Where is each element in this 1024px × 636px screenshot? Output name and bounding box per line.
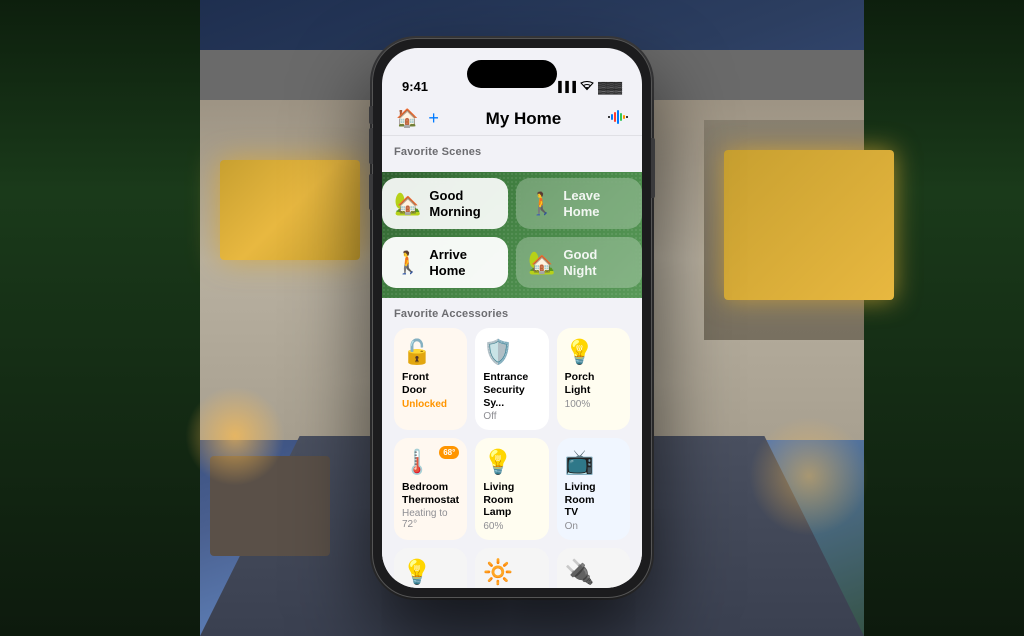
accessory-front-door[interactable]: 🔓 FrontDoor Unlocked xyxy=(394,328,467,430)
arrive-home-icon: 🚶 xyxy=(394,250,421,276)
phone-device: 9:41 ▐▐▐ ▓▓▓ 🏠 + My Home xyxy=(372,38,652,598)
add-button[interactable]: + xyxy=(428,108,439,129)
volume-up-button[interactable] xyxy=(369,128,373,164)
porch-light-icon: 💡 xyxy=(565,338,622,367)
app-title: My Home xyxy=(486,109,562,129)
power-button[interactable] xyxy=(651,138,655,198)
signal-icon: ▐▐▐ xyxy=(555,82,576,93)
good-morning-label: Good Morning xyxy=(429,188,496,219)
scenes-grid: 🏡 Good Morning 🚶 Leave Home 🚶 Arrive Hom… xyxy=(382,178,642,288)
tv-icon: 📺 xyxy=(565,448,622,477)
outlet-icon: 🔌 xyxy=(565,558,622,587)
lamp-icon: 💡 xyxy=(483,448,540,477)
scene-good-morning[interactable]: 🏡 Good Morning xyxy=(382,178,508,229)
accessory-ceiling-light[interactable]: 🔆 CeilingLight Off xyxy=(475,548,548,588)
scenes-label: Favorite Scenes xyxy=(394,146,630,158)
porch-light-status: 100% xyxy=(565,399,622,410)
phone-screen: 9:41 ▐▐▐ ▓▓▓ 🏠 + My Home xyxy=(382,48,642,588)
garage-door xyxy=(724,150,894,300)
lamp-status: 60% xyxy=(483,521,540,532)
dynamic-island xyxy=(467,60,557,88)
light-glow-2 xyxy=(749,416,869,536)
scene-leave-home[interactable]: 🚶 Leave Home xyxy=(516,178,642,229)
tv-status: On xyxy=(565,521,622,532)
accessory-kitchen-outlet[interactable]: 🔌 KitchenOutlet Off xyxy=(557,548,630,588)
leave-home-label: Leave Home xyxy=(563,188,630,219)
lamp-name: Living RoomLamp xyxy=(483,481,540,519)
accessory-living-room-tv[interactable]: 📺 Living RoomTV On xyxy=(557,438,630,540)
accessory-bedroom-light[interactable]: 💡 BedroomLight Off xyxy=(394,548,467,588)
scenes-background: 🏡 Good Morning 🚶 Leave Home 🚶 Arrive Hom… xyxy=(382,172,642,298)
home-icon[interactable]: 🏠 xyxy=(396,108,418,129)
front-door-name: FrontDoor xyxy=(402,371,459,396)
accessory-living-room-lamp[interactable]: 💡 Living RoomLamp 60% xyxy=(475,438,548,540)
battery-icon: ▓▓▓ xyxy=(598,82,622,94)
mute-button[interactable] xyxy=(369,106,373,124)
scene-good-night[interactable]: 🏡 Good Night xyxy=(516,237,642,288)
accessory-porch-light[interactable]: 💡 PorchLight 100% xyxy=(557,328,630,430)
good-morning-icon: 🏡 xyxy=(394,191,421,217)
entrance-security-icon: 🛡️ xyxy=(483,338,540,367)
volume-down-button[interactable] xyxy=(369,174,373,210)
good-night-label: Good Night xyxy=(563,247,630,278)
tv-name: Living RoomTV xyxy=(565,481,622,519)
entrance-security-name: Entrance Security Sy... xyxy=(483,371,540,409)
porch-light-name: PorchLight xyxy=(565,371,622,396)
app-content: 🏠 + My Home xyxy=(382,100,642,588)
accessories-label: Favorite Accessories xyxy=(394,308,630,320)
status-time: 9:41 xyxy=(402,79,428,94)
scenes-section: Favorite Scenes xyxy=(382,136,642,172)
arrive-home-label: Arrive Home xyxy=(429,247,496,278)
status-icons: ▐▐▐ ▓▓▓ xyxy=(555,81,622,94)
light-glow-1 xyxy=(185,386,285,486)
wifi-icon xyxy=(580,81,594,94)
ceiling-light-icon: 🔆 xyxy=(483,558,540,587)
accessories-section: Favorite Accessories 🔓 FrontDoor Unlocke… xyxy=(382,298,642,588)
accessories-grid: 🔓 FrontDoor Unlocked 🛡️ Entrance Securit… xyxy=(394,328,630,588)
house-window-left xyxy=(220,160,360,260)
bedroom-light-icon: 💡 xyxy=(402,558,459,587)
leave-home-icon: 🚶 xyxy=(528,191,555,217)
thermostat-status: Heating to 72° xyxy=(402,508,459,530)
front-door-status: Unlocked xyxy=(402,399,459,410)
scene-arrive-home[interactable]: 🚶 Arrive Home xyxy=(382,237,508,288)
header-left: 🏠 + xyxy=(396,108,439,129)
phone-body: 9:41 ▐▐▐ ▓▓▓ 🏠 + My Home xyxy=(372,38,652,598)
trees-left xyxy=(0,0,200,636)
accessory-entrance-security[interactable]: 🛡️ Entrance Security Sy... Off xyxy=(475,328,548,430)
trees-right xyxy=(864,0,1024,636)
good-night-icon: 🏡 xyxy=(528,250,555,276)
siri-button[interactable] xyxy=(608,108,628,129)
entrance-security-status: Off xyxy=(483,411,540,422)
app-header: 🏠 + My Home xyxy=(382,100,642,136)
thermostat-name: BedroomThermostat xyxy=(402,481,459,506)
temp-badge: 68° xyxy=(439,446,459,459)
front-door-icon: 🔓 xyxy=(402,338,459,367)
accessory-bedroom-thermostat[interactable]: 68° 🌡️ BedroomThermostat Heating to 72° xyxy=(394,438,467,540)
